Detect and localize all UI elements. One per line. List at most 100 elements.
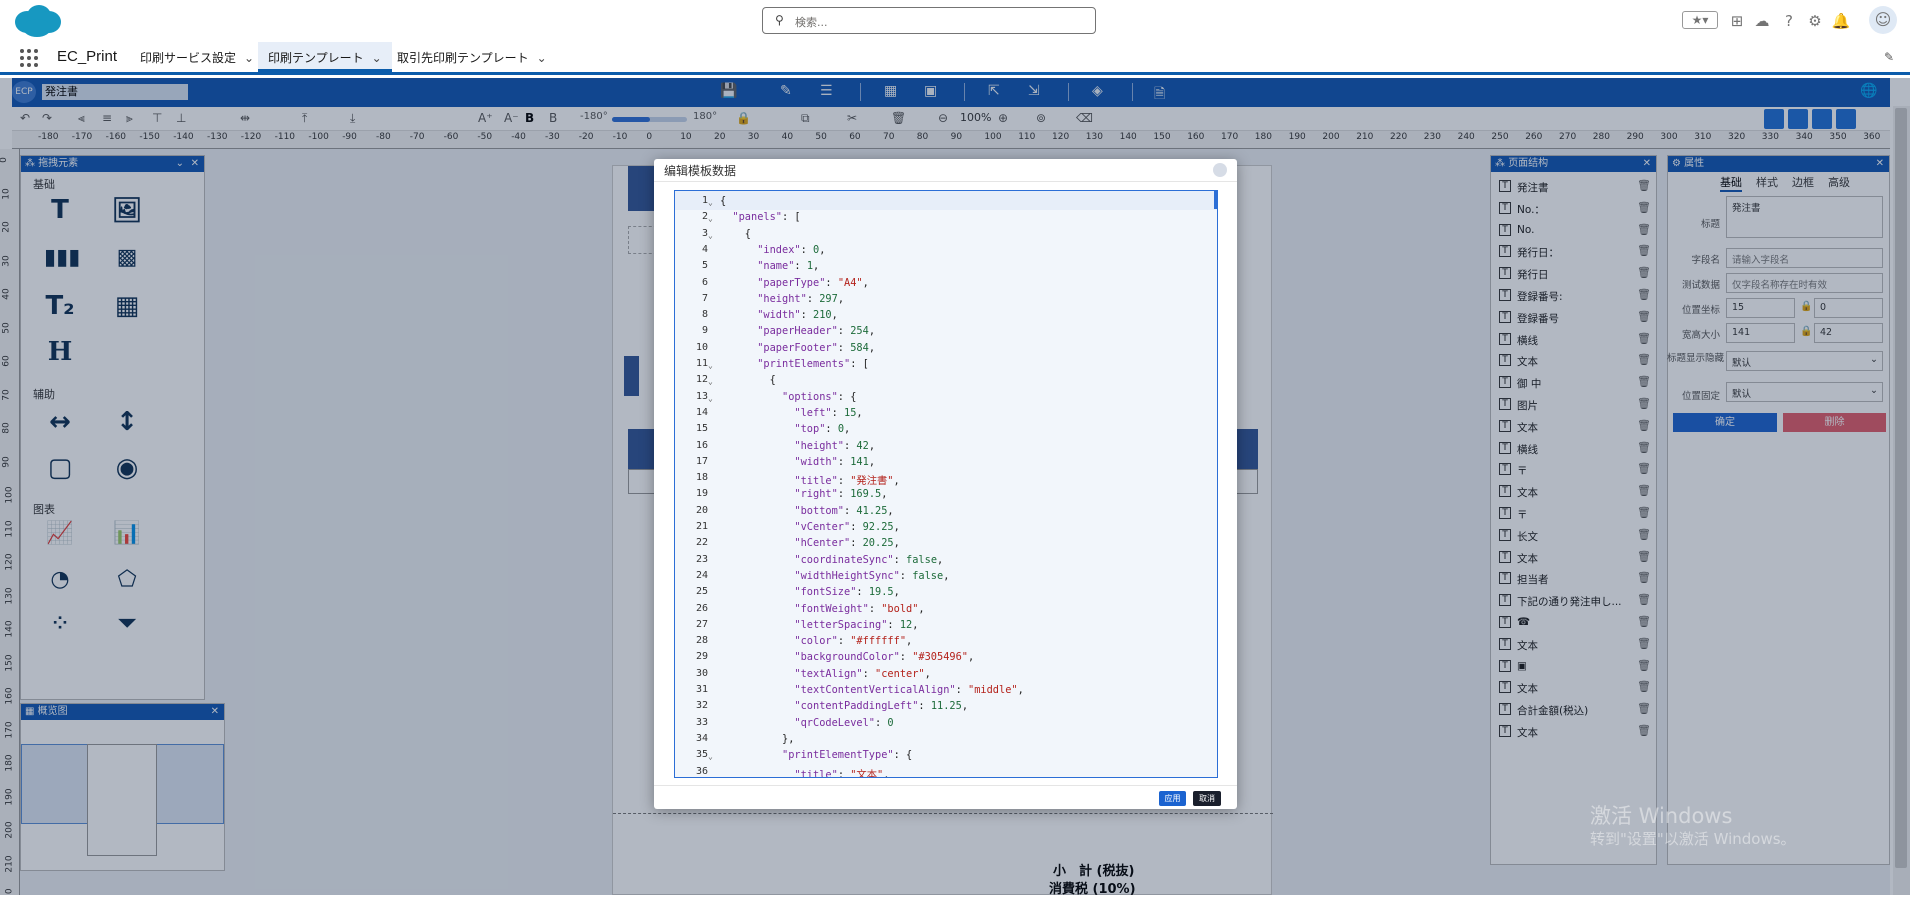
edit-template-data-modal: 编辑模板数据 1 ⌄{2 ⌄ "panels": [3 ⌄ {4 "index": 0… [654,159,1237,809]
json-code-editor[interactable]: 1 ⌄{2 ⌄ "panels": [3 ⌄ {4 "index": 0, 5 "nam… [674,190,1218,778]
fold-chevron-icon[interactable]: ⌄ [708,231,713,240]
line-number: 21 [695,521,708,532]
line-number: 17 [695,455,708,467]
line-number: 29 [695,651,708,663]
edit-nav-pencil-icon[interactable]: ✎ [1884,50,1894,64]
global-header: ⚲ 検索... ★▾ ⊞ ☁ ? ⚙ 🔔 ☺ [0,0,1910,42]
line-number: 6 [701,276,708,288]
modal-divider [654,181,1237,182]
fold-chevron-icon[interactable]: ⌄ [708,752,713,761]
code-line: "color": "#ffffff", [794,635,913,648]
line-number: 32 [695,700,708,712]
code-line: "widthHeightSync": false, [794,569,950,582]
line-number: 10 [695,341,708,353]
line-number: 9 [701,325,708,337]
chevron-down-icon[interactable]: ⌄ [244,51,254,65]
code-line: "vCenter": 92.25, [794,521,900,533]
code-line: "printElements": [ [757,358,869,370]
line-number: 20 [695,504,708,516]
code-line: "index": 0, [757,243,826,256]
code-line: "fontWeight": "bold", [794,602,925,615]
code-line: "width": 141, [794,455,876,468]
code-line: "title": "文本", [794,768,890,778]
fold-chevron-icon[interactable]: ⌄ [708,394,713,403]
code-line: { [720,195,727,207]
code-line: "paperFooter": 584, [757,341,876,354]
app-name: EC_Print [57,48,118,65]
line-number: 18 [695,472,708,484]
line-number: 15 [695,423,708,435]
line-number: 14 [695,406,708,418]
code-line: "height": 42, [794,439,876,452]
code-line: "contentPaddingLeft": 11.25, [794,700,969,713]
code-line: "left": 15, [794,406,863,419]
code-line: "printElementType": { [782,749,913,762]
line-number: 28 [695,635,708,647]
tab-print-templates[interactable]: 印刷テンプレート ⌄ [258,42,392,72]
line-number: 30 [695,667,708,679]
tab-print-service-settings[interactable]: 印刷サービス設定 ⌄ [130,42,264,72]
line-number: 36 [695,765,708,777]
trailhead-icon[interactable]: ☁ [1752,11,1772,31]
line-number: 25 [695,586,708,598]
app-navigation-bar: EC_Print 印刷サービス設定 ⌄ 印刷テンプレート ⌄ 取引先印刷テンプレート… [0,42,1910,75]
favorites-star-icon[interactable]: ★▾ [1682,11,1718,29]
app-launcher-icon[interactable] [20,49,38,67]
code-line: { [720,374,776,387]
tab-account-print-templates[interactable]: 取引先印刷テンプレート ⌄ [387,42,557,72]
code-line: "hCenter": 20.25, [794,537,900,550]
code-line: "coordinateSync": false, [794,553,944,566]
modal-divider [654,785,1237,786]
code-line: { [720,227,751,240]
code-line: "right": 169.5, [794,488,888,501]
chevron-down-icon[interactable]: ⌄ [372,51,382,65]
current-line-highlight [675,191,1217,210]
line-number: 23 [695,553,708,565]
search-icon: ⚲ [775,13,784,27]
code-line: "paperType": "A4", [757,276,869,289]
fold-chevron-icon[interactable]: ⌄ [708,214,713,223]
notifications-bell-icon[interactable]: 🔔 [1831,11,1851,31]
apply-button[interactable]: 应用 [1159,791,1186,806]
user-avatar[interactable]: ☺ [1869,6,1897,34]
editor-scrollbar[interactable] [1214,191,1217,209]
code-line: "textAlign": "center", [794,667,931,680]
line-number: 35 [695,749,708,761]
line-number: 2 [701,211,708,223]
global-add-icon[interactable]: ⊞ [1727,11,1747,31]
fold-chevron-icon[interactable]: ⌄ [708,361,713,370]
help-icon[interactable]: ? [1779,11,1799,31]
tab-label: 印刷サービス設定 [140,51,237,65]
line-number: 8 [701,309,708,321]
line-number: 1 [701,195,708,206]
line-number: 5 [701,260,708,272]
fold-chevron-icon[interactable]: ⌄ [708,377,713,386]
code-line: "qrCodeLevel": 0 [794,716,894,729]
code-line: "backgroundColor": "#305496", [794,651,975,664]
line-number: 24 [695,569,708,581]
tab-label: 取引先印刷テンプレート [397,51,529,65]
windows-watermark-line2: 转到"设置"以激活 Windows。 [1590,830,1796,848]
chevron-down-icon[interactable]: ⌄ [537,51,547,65]
global-search-input[interactable]: ⚲ 検索... [762,7,1096,34]
setup-gear-icon[interactable]: ⚙ [1805,11,1825,31]
modal-close-icon[interactable] [1213,163,1227,177]
code-line: "top": 0, [794,423,851,436]
line-number: 7 [701,292,708,304]
fold-chevron-icon[interactable]: ⌄ [708,198,713,207]
line-number: 26 [695,602,708,614]
code-line: }, [720,732,795,745]
salesforce-cloud-logo[interactable] [12,4,62,38]
code-line: "name": 1, [757,260,820,273]
line-number: 16 [695,439,708,451]
cancel-button[interactable]: 取消 [1193,791,1221,806]
line-number: 12 [695,374,708,386]
code-line: "height": 297, [757,292,845,305]
line-number: 13 [695,390,708,402]
line-number: 31 [695,684,708,695]
search-placeholder: 検索... [795,16,828,29]
windows-watermark-line1: 激活 Windows [1590,804,1733,828]
line-number: 11 [695,358,708,369]
line-number: 27 [695,618,708,630]
code-line: "paperHeader": 254, [757,325,876,338]
